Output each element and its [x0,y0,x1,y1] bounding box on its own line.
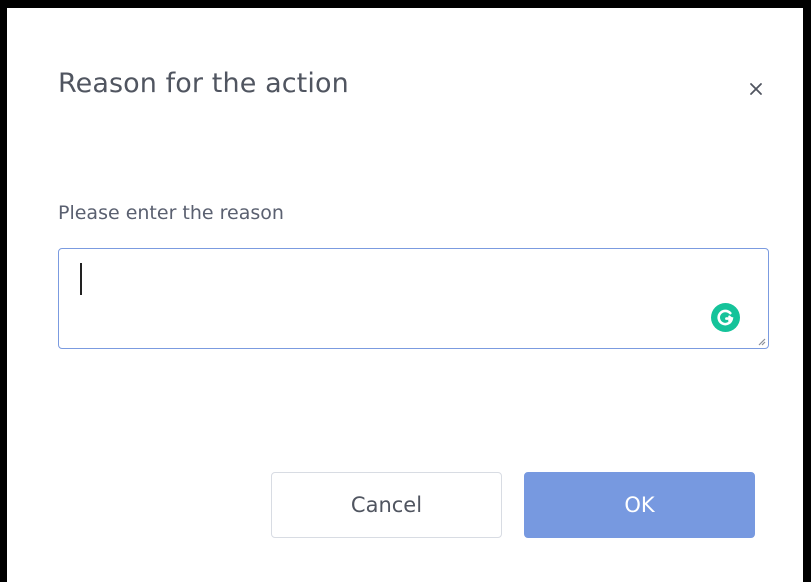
close-icon [750,83,762,95]
reason-textarea[interactable] [59,249,768,348]
resize-handle-icon[interactable] [756,336,766,346]
close-button[interactable] [740,70,772,100]
reason-label: Please enter the reason [58,202,284,224]
cancel-button[interactable]: Cancel [271,472,502,538]
text-caret [80,263,82,295]
dialog-title: Reason for the action [58,68,349,99]
reason-dialog: Reason for the action Please enter the r… [0,0,811,582]
grammarly-button[interactable] [711,303,740,332]
grammarly-icon [717,309,734,326]
reason-textarea-container [58,248,769,349]
ok-button[interactable]: OK [524,472,755,538]
